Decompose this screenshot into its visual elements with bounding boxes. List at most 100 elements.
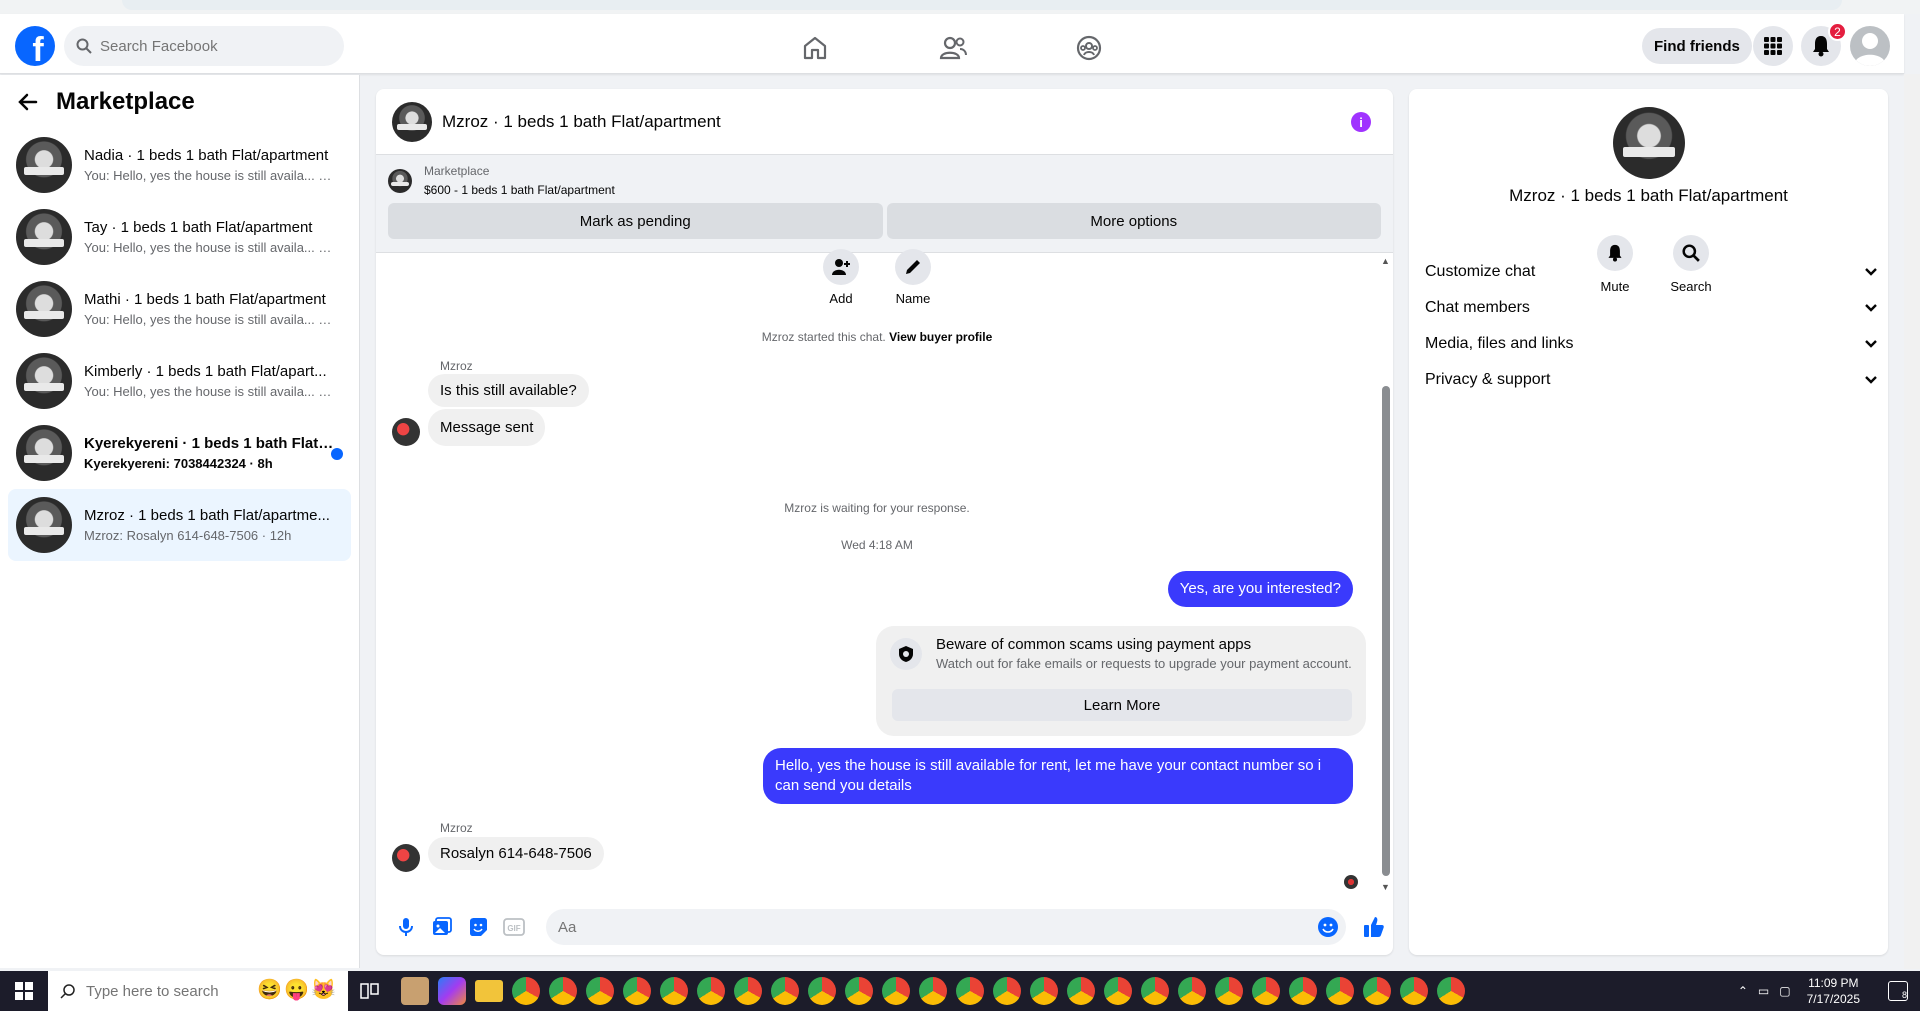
chrome-icon[interactable] <box>697 977 725 1005</box>
chrome-icon[interactable] <box>1437 977 1465 1005</box>
account-avatar[interactable] <box>1850 26 1890 66</box>
chat-members-section[interactable]: Chat members <box>1425 288 1878 328</box>
thread-scrollbar[interactable]: ▲ ▼ <box>1378 254 1393 894</box>
emoji-icon[interactable] <box>1318 917 1338 937</box>
back-arrow-icon[interactable] <box>18 92 38 112</box>
chrome-icon[interactable] <box>1326 977 1354 1005</box>
customize-chat-section[interactable]: Customize chat <box>1425 252 1878 292</box>
listing-large-thumbnail[interactable] <box>1613 107 1685 179</box>
sticker-icon[interactable] <box>460 909 496 945</box>
chrome-icon[interactable] <box>845 977 873 1005</box>
chrome-icon[interactable] <box>882 977 910 1005</box>
chrome-icon[interactable] <box>808 977 836 1005</box>
copilot-icon[interactable] <box>438 977 466 1005</box>
chrome-icon[interactable] <box>771 977 799 1005</box>
network-icon[interactable]: ▭ <box>1758 984 1769 998</box>
notification-center-icon[interactable]: 8 <box>1888 981 1908 1001</box>
privacy-support-section[interactable]: Privacy & support <box>1425 360 1878 400</box>
message-thread: Add Name Mzroz started this chat. View b… <box>376 249 1378 894</box>
chat-list-item-active[interactable]: Mzroz · 1 beds 1 bath Flat/apartme... Mzr… <box>8 489 351 561</box>
chrome-icon[interactable] <box>512 977 540 1005</box>
notifications-button[interactable]: 2 <box>1801 22 1847 66</box>
chrome-icon[interactable] <box>1141 977 1169 1005</box>
chat-list-item[interactable]: Tay · 1 beds 1 bath Flat/apartment You: H… <box>8 201 351 273</box>
view-buyer-profile-link[interactable]: View buyer profile <box>889 330 992 344</box>
chrome-icon[interactable] <box>1289 977 1317 1005</box>
conversation-title[interactable]: Mzroz · 1 beds 1 bath Flat/apartment <box>442 112 721 132</box>
taskbar-app-icon[interactable] <box>401 977 429 1005</box>
chrome-icon[interactable] <box>1363 977 1391 1005</box>
chrome-icon[interactable] <box>660 977 688 1005</box>
search-facebook-box[interactable] <box>64 26 344 66</box>
thumbs-up-icon[interactable] <box>1356 909 1392 945</box>
outgoing-message[interactable]: Hello, yes the house is still available … <box>763 748 1353 804</box>
scrollbar-thumb[interactable] <box>1382 386 1390 876</box>
search-input[interactable] <box>100 37 320 55</box>
address-bar[interactable] <box>122 0 1842 10</box>
groups-icon[interactable] <box>1069 28 1109 68</box>
chrome-icon[interactable] <box>1215 977 1243 1005</box>
gif-icon[interactable]: GIF <box>496 909 532 945</box>
listing-bar: Marketplace $600 - 1 beds 1 bath Flat/ap… <box>376 155 1393 253</box>
more-options-button[interactable]: More options <box>886 203 1381 239</box>
file-explorer-icon[interactable] <box>475 980 503 1002</box>
chat-list-item[interactable]: Kyerekyereni · 1 beds 1 bath Flat/... Kye… <box>8 417 351 489</box>
taskbar-apps <box>360 977 1465 1005</box>
name-chat-button[interactable]: Name <box>892 249 934 306</box>
chrome-icon[interactable] <box>1178 977 1206 1005</box>
chrome-icon[interactable] <box>956 977 984 1005</box>
taskbar-search-input[interactable] <box>86 982 256 1000</box>
chat-list-item[interactable]: Nadia · 1 beds 1 bath Flat/apartment You:… <box>8 129 351 201</box>
add-member-button[interactable]: Add <box>820 249 862 306</box>
find-friends-button[interactable]: Find friends <box>1642 28 1752 64</box>
friends-icon[interactable] <box>933 28 973 68</box>
taskbar-search-box[interactable]: 😆😛😻 <box>48 971 348 1011</box>
chat-list-item[interactable]: Mathi · 1 beds 1 bath Flat/apartment You:… <box>8 273 351 345</box>
incoming-message[interactable]: Rosalyn 614-648-7506 <box>428 837 604 870</box>
chevron-up-icon[interactable]: ⌃ <box>1738 984 1748 998</box>
conversation-thumbnail[interactable] <box>392 101 432 142</box>
listing-description[interactable]: $600 - 1 beds 1 bath Flat/apartment <box>424 183 615 197</box>
media-files-links-section[interactable]: Media, files and links <box>1425 324 1878 364</box>
task-view-icon[interactable] <box>360 981 380 1001</box>
message-input[interactable] <box>558 918 1298 936</box>
listing-thumbnail[interactable] <box>388 168 412 193</box>
message-input-box[interactable] <box>546 909 1346 945</box>
menu-grid-icon[interactable] <box>1753 26 1793 66</box>
learn-more-button[interactable]: Learn More <box>892 689 1352 721</box>
scroll-up-arrow[interactable]: ▲ <box>1381 256 1390 266</box>
mark-as-pending-button[interactable]: Mark as pending <box>388 203 883 239</box>
home-icon[interactable] <box>795 28 835 68</box>
chrome-icon[interactable] <box>1252 977 1280 1005</box>
chat-list-item[interactable]: Kimberly · 1 beds 1 bath Flat/apart... Yo… <box>8 345 351 417</box>
chrome-icon[interactable] <box>919 977 947 1005</box>
system-clock[interactable]: 11:09 PM 7/17/2025 <box>1807 975 1860 1007</box>
chrome-icon[interactable] <box>549 977 577 1005</box>
incoming-message[interactable]: Message sent <box>428 409 546 446</box>
chevron-down-icon <box>1865 340 1877 348</box>
chevron-down-icon <box>1865 376 1877 384</box>
sender-avatar[interactable] <box>392 418 420 446</box>
chrome-icon[interactable] <box>1067 977 1095 1005</box>
photo-icon[interactable] <box>424 909 460 945</box>
facebook-logo[interactable]: f <box>15 26 55 66</box>
chrome-icon[interactable] <box>734 977 762 1005</box>
sender-avatar[interactable] <box>392 844 420 872</box>
chrome-icon[interactable] <box>1104 977 1132 1005</box>
info-icon[interactable]: i <box>1351 112 1371 132</box>
timestamp: Wed 4:18 AM <box>841 538 913 552</box>
chrome-icon[interactable] <box>623 977 651 1005</box>
chrome-icon[interactable] <box>1400 977 1428 1005</box>
page-scrollbar[interactable] <box>1904 74 1920 969</box>
chrome-icon[interactable] <box>1030 977 1058 1005</box>
listing-thumbnail <box>16 353 72 409</box>
display-icon[interactable]: ▢ <box>1779 984 1790 998</box>
chevron-down-icon <box>1865 304 1877 312</box>
microphone-icon[interactable] <box>388 909 424 945</box>
outgoing-message[interactable]: Yes, are you interested? <box>1167 571 1353 607</box>
incoming-message[interactable]: Is this still available? <box>428 374 589 407</box>
chrome-icon[interactable] <box>586 977 614 1005</box>
scroll-down-arrow[interactable]: ▼ <box>1381 882 1390 892</box>
chrome-icon[interactable] <box>993 977 1021 1005</box>
windows-start-icon[interactable] <box>0 971 48 1011</box>
